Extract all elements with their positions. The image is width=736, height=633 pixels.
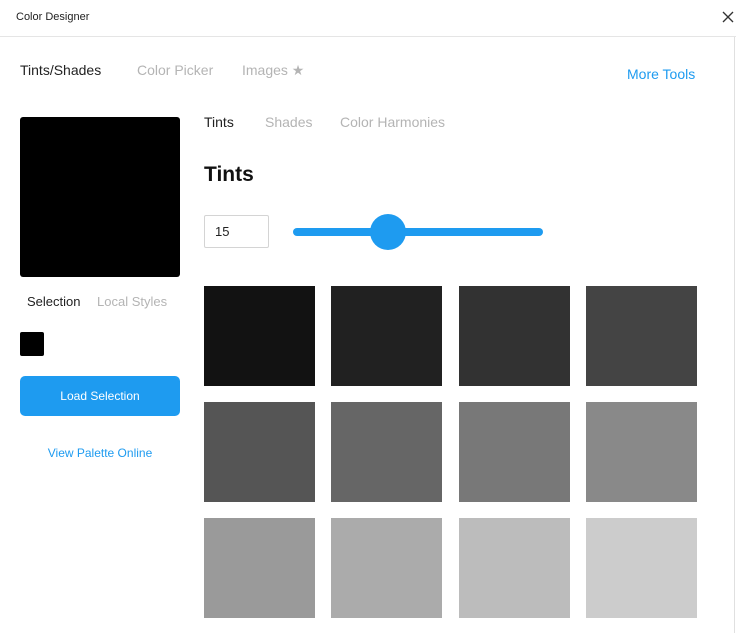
window-title: Color Designer [16, 11, 90, 23]
tab-color-picker[interactable]: Color Picker [137, 62, 213, 78]
tint-swatch[interactable] [331, 518, 442, 618]
slider-track[interactable] [293, 228, 543, 236]
tint-swatch[interactable] [331, 402, 442, 502]
tint-swatch[interactable] [586, 286, 697, 386]
color-designer-window: Color Designer Tints/Shades Color Picker… [0, 0, 736, 633]
tab-local-styles[interactable]: Local Styles [97, 294, 167, 309]
tint-swatch[interactable] [331, 286, 442, 386]
close-icon[interactable] [721, 10, 735, 24]
subtab-color-harmonies[interactable]: Color Harmonies [340, 114, 445, 130]
tint-swatch[interactable] [586, 402, 697, 502]
load-selection-button[interactable]: Load Selection [20, 376, 180, 416]
tint-swatch[interactable] [204, 518, 315, 618]
tint-swatch[interactable] [204, 402, 315, 502]
section-heading: Tints [204, 163, 254, 186]
view-palette-online-link[interactable]: View Palette Online [20, 446, 180, 460]
tint-swatch[interactable] [459, 518, 570, 618]
tint-swatch[interactable] [459, 286, 570, 386]
title-bar: Color Designer [0, 0, 736, 37]
tint-count-slider[interactable] [293, 214, 543, 250]
tab-selection[interactable]: Selection [27, 294, 80, 309]
slider-thumb[interactable] [370, 214, 406, 250]
tint-swatch[interactable] [204, 286, 315, 386]
subtab-shades[interactable]: Shades [265, 114, 312, 130]
color-preview [20, 117, 180, 277]
tab-images[interactable]: Images ★ [242, 62, 304, 79]
tab-tints-shades[interactable]: Tints/Shades [20, 62, 101, 78]
tint-swatch[interactable] [586, 518, 697, 618]
tint-count-input[interactable] [204, 215, 269, 248]
subtab-tints[interactable]: Tints [204, 114, 234, 130]
window-border [734, 37, 735, 633]
more-tools-link[interactable]: More Tools [627, 66, 695, 82]
selection-swatch[interactable] [20, 332, 44, 356]
tint-swatch[interactable] [459, 402, 570, 502]
